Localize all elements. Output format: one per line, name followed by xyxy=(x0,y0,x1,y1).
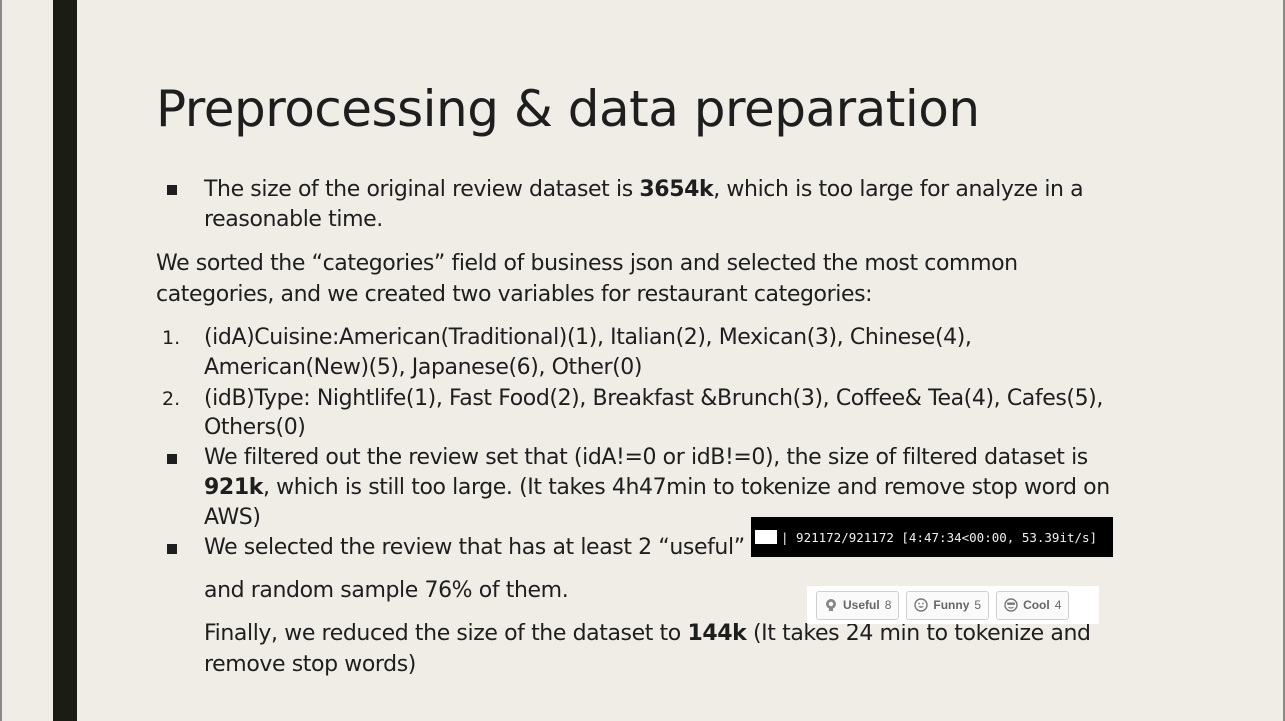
cool-count: 4 xyxy=(1054,598,1062,612)
bullet-2-line-3: AWS) xyxy=(204,505,261,530)
bullet-3-line-2: and random sample 76% of them. xyxy=(204,578,569,603)
bullet-3-line-1: We selected the review that has at least… xyxy=(204,535,745,560)
progress-output: | 921172/921172 [4:47:34<00:00, 53.39it/… xyxy=(781,529,1098,545)
final-line-2: remove stop words) xyxy=(204,652,416,677)
sunglasses-face-icon xyxy=(1004,598,1018,612)
bullet-square-icon xyxy=(167,185,177,195)
bullet-2-line-2: 921k, which is still too large. (It take… xyxy=(204,473,1110,503)
bullet-1-line-2: reasonable time. xyxy=(204,207,383,232)
cool-label: Cool xyxy=(1023,598,1050,612)
useful-button[interactable]: Useful 8 xyxy=(816,590,900,620)
slide-left-border xyxy=(0,0,2,721)
bullet-1-text-cont: , which is too large for analyze in a xyxy=(713,177,1084,202)
useful-label: Useful xyxy=(843,598,880,612)
paragraph-line-2: categories, and we created two variables… xyxy=(156,282,873,307)
numbered-2-line-1: (idB)Type: Nightlife(1), Fast Food(2), B… xyxy=(204,386,1103,411)
accent-bar xyxy=(53,0,77,721)
paragraph-line-1: We sorted the “categories” field of busi… xyxy=(156,251,1018,276)
slide-title: Preprocessing & data preparation xyxy=(156,80,980,138)
original-size-value: 3654k xyxy=(639,177,714,202)
useful-count: 8 xyxy=(884,598,892,612)
review-vote-panel: Useful 8 Funny 5 Cool 4 xyxy=(807,586,1099,624)
funny-label: Funny xyxy=(933,598,970,612)
lightbulb-icon xyxy=(826,599,836,611)
funny-count: 5 xyxy=(974,598,982,612)
numbered-1-line-2: American(New)(5), Japanese(6), Other(0) xyxy=(204,355,643,380)
list-number-1: 1. xyxy=(162,327,181,349)
filtered-size-value: 921k xyxy=(204,475,263,500)
cool-button[interactable]: Cool 4 xyxy=(996,590,1070,620)
final-text: Finally, we reduced the size of the data… xyxy=(204,621,688,646)
numbered-2-line-2: Others(0) xyxy=(204,415,306,440)
terminal-progress-screenshot: | 921172/921172 [4:47:34<00:00, 53.39it/… xyxy=(751,517,1113,557)
smiley-icon xyxy=(914,598,929,612)
bullet-1-text: The size of the original review dataset … xyxy=(204,177,640,202)
reduced-size-value: 144k xyxy=(687,621,747,646)
bullet-square-icon xyxy=(167,544,177,554)
bullet-2-text-cont: , which is still too large. (It takes 4h… xyxy=(262,475,1110,500)
bullet-2-line-1: We filtered out the review set that (idA… xyxy=(204,445,1088,470)
bullet-square-icon xyxy=(167,454,177,464)
funny-button[interactable]: Funny 5 xyxy=(906,590,990,620)
numbered-1-line-1: (idA)Cuisine:American(Traditional)(1), I… xyxy=(204,325,972,350)
bullet-1-line-1: The size of the original review dataset … xyxy=(204,175,1084,205)
progress-bar-block xyxy=(755,530,777,544)
final-text-cont: (It takes 24 min to tokenize and xyxy=(746,621,1091,646)
list-number-2: 2. xyxy=(162,388,181,410)
